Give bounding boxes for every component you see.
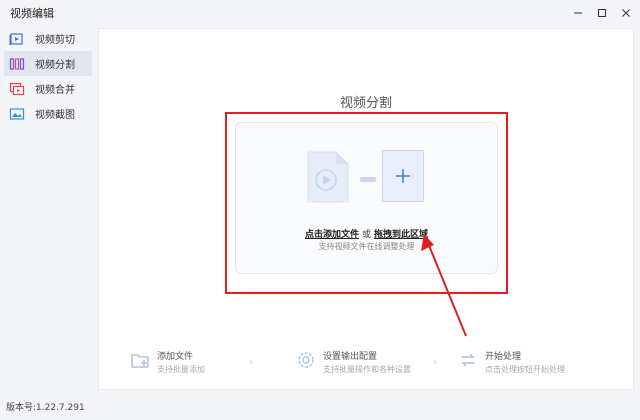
- drop-instruction: 点击添加文件或拖拽到此区域: [236, 227, 497, 240]
- app-window: 视频编辑 视频剪切 视频分割 视频合并 视频截图 视频分割 点击添加文件 或 拖…: [0, 0, 640, 420]
- main-panel: 视频分割 点击添加文件或拖拽到此区域 支持视频文件在线调整处理 添加文件 支持批…: [98, 28, 634, 390]
- step-add-file: 添加文件 支持批量添加: [129, 349, 205, 375]
- highlight-box: 点击添加文件或拖拽到此区域 支持视频文件在线调整处理: [225, 112, 508, 294]
- video-file-icon: [307, 151, 349, 203]
- process-icon: [461, 353, 475, 367]
- sidebar-item-video-screenshot[interactable]: 视频截图: [4, 101, 92, 126]
- step-title: 添加文件: [157, 352, 194, 362]
- maximize-icon: [598, 9, 606, 17]
- step-title: 设置输出配置: [323, 352, 378, 362]
- title-bar: 视频编辑: [0, 0, 640, 26]
- settings-icon: [298, 352, 314, 368]
- step-title: 开始处理: [485, 352, 522, 362]
- chevron-right-icon: ›: [433, 357, 437, 368]
- steps-bar: 添加文件 支持批量添加 › 设置输出配置 支持批量操作和各种设置 › 开始处理 …: [99, 349, 633, 379]
- sidebar-item-video-merge[interactable]: 视频合并: [4, 76, 92, 101]
- minimize-button[interactable]: [572, 7, 584, 19]
- or-text: 或: [361, 230, 371, 240]
- sidebar-item-label: 视频剪切: [35, 35, 75, 46]
- app-title: 视频编辑: [10, 7, 54, 20]
- maximize-button[interactable]: [596, 7, 608, 19]
- minimize-icon: [574, 12, 582, 14]
- step-settings: 设置输出配置 支持批量操作和各种设置: [295, 349, 411, 375]
- video-screenshot-icon: [9, 107, 25, 121]
- window-controls: [572, 7, 632, 19]
- add-file-link[interactable]: 点击添加文件: [305, 230, 359, 240]
- drag-here-link[interactable]: 拖拽到此区域: [374, 230, 428, 240]
- file-drop-zone[interactable]: 点击添加文件或拖拽到此区域 支持视频文件在线调整处理: [235, 122, 498, 274]
- dash-icon: [360, 177, 376, 182]
- version-label: 版本号:1.22.7.291: [6, 403, 85, 413]
- drop-subtitle: 支持视频文件在线调整处理: [318, 242, 415, 251]
- sidebar-item-label: 视频合并: [35, 85, 75, 96]
- add-file-icon: [131, 354, 149, 368]
- step-desc: 点击处理按钮开始处理: [485, 365, 565, 374]
- video-cut-icon: [9, 32, 25, 46]
- step-desc: 支持批量添加: [157, 365, 205, 374]
- step-process: 开始处理 点击处理按钮开始处理: [457, 349, 565, 375]
- close-icon: [622, 9, 630, 17]
- sidebar-item-label: 视频截图: [35, 110, 75, 121]
- step-desc: 支持批量操作和各种设置: [323, 365, 411, 374]
- video-merge-icon: [9, 82, 25, 96]
- plus-icon: [396, 169, 410, 183]
- add-file-box[interactable]: [382, 150, 424, 202]
- sidebar-item-video-split[interactable]: 视频分割: [4, 51, 92, 76]
- sidebar-item-video-cut[interactable]: 视频剪切: [4, 26, 92, 51]
- sidebar-item-label: 视频分割: [35, 60, 75, 71]
- chevron-right-icon: ›: [249, 357, 253, 368]
- video-split-icon: [9, 57, 25, 71]
- sidebar: 视频剪切 视频分割 视频合并 视频截图: [0, 26, 96, 394]
- page-title: 视频分割: [339, 96, 392, 111]
- close-button[interactable]: [620, 7, 632, 19]
